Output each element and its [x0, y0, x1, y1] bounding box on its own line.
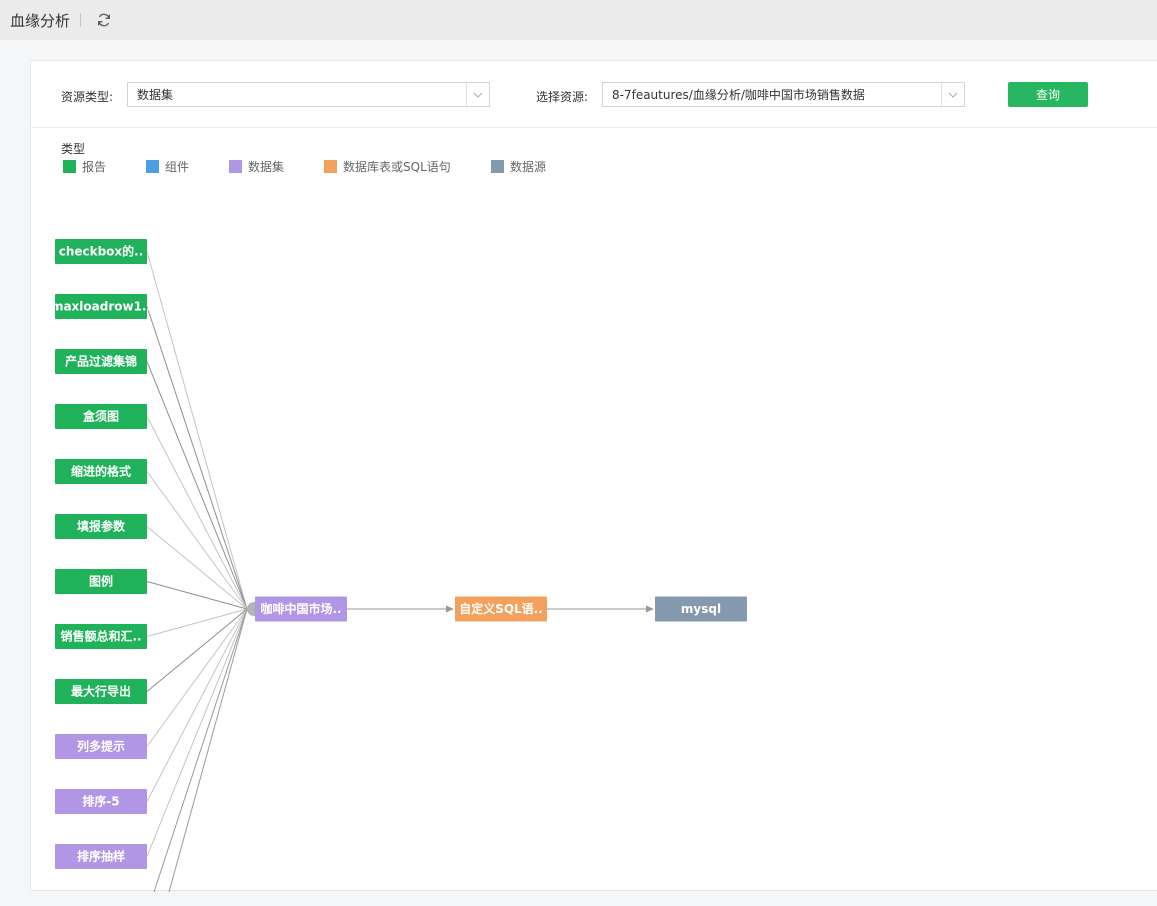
- node-label: 缩进的格式: [71, 464, 131, 479]
- source-node[interactable]: 最大行导出: [55, 679, 147, 704]
- arrow-head-icon: [646, 605, 654, 613]
- source-node[interactable]: 盒须图: [55, 404, 147, 429]
- node-label: 自定义SQL语..: [459, 601, 543, 616]
- chain-node[interactable]: 咖啡中国市场..: [255, 596, 347, 622]
- lineage-edge: [146, 608, 248, 857]
- refresh-icon[interactable]: [95, 11, 113, 29]
- source-node[interactable]: 排序抽样: [55, 844, 147, 869]
- lineage-graph: checkbox的.. maxloadrow1.. 产品过滤集锦盒须图缩进的格式填报…: [51, 239, 747, 892]
- lineage-edge: [146, 471, 248, 610]
- source-node[interactable]: checkbox的..: [55, 239, 147, 264]
- source-node[interactable]: 销售额总和汇..: [55, 624, 147, 649]
- lineage-edge: [146, 608, 248, 692]
- source-node[interactable]: 列多提示: [55, 734, 147, 759]
- lineage-panel: 资源类型: 数据集 选择资源: 8-7feautures/血缘分析/咖啡中国市场…: [30, 60, 1157, 892]
- lineage-edge: [146, 526, 248, 610]
- node-label: maxloadrow1..: [51, 300, 151, 314]
- lineage-edge: [146, 608, 248, 802]
- page-title: 血缘分析: [10, 11, 71, 30]
- chain-node[interactable]: mysql: [655, 596, 747, 622]
- source-node[interactable]: 产品过滤集锦: [55, 349, 147, 374]
- node-label: 排序-5: [82, 794, 119, 809]
- lineage-edge: [146, 608, 248, 747]
- arrow-head-icon: [446, 605, 454, 613]
- node-label: 销售额总和汇..: [60, 629, 141, 644]
- lineage-edge: [146, 581, 248, 610]
- lineage-edge: [146, 416, 248, 610]
- chain-node[interactable]: 自定义SQL语..: [455, 596, 547, 622]
- lineage-edge: [153, 608, 248, 892]
- node-label: 咖啡中国市场..: [260, 601, 341, 616]
- source-node[interactable]: 排序-5: [55, 789, 147, 814]
- lineage-edge: [146, 608, 248, 637]
- edges: [146, 251, 654, 892]
- node-label: 列多提示: [77, 739, 125, 754]
- node-label: 排序抽样: [77, 849, 125, 864]
- nodes: checkbox的.. maxloadrow1.. 产品过滤集锦盒须图缩进的格式填报…: [51, 239, 747, 869]
- node-label: 最大行导出: [71, 684, 131, 699]
- lineage-edge: [146, 361, 248, 610]
- node-label: mysql: [681, 602, 721, 616]
- node-label: checkbox的..: [59, 244, 144, 259]
- node-label: 产品过滤集锦: [65, 354, 137, 369]
- lineage-edge: [146, 251, 248, 610]
- node-label: 图例: [89, 574, 113, 589]
- node-label: 盒须图: [82, 409, 119, 424]
- lineage-edge: [146, 306, 248, 610]
- title-divider: [80, 13, 82, 27]
- source-node[interactable]: 填报参数: [55, 514, 147, 539]
- source-node[interactable]: maxloadrow1..: [51, 294, 151, 319]
- lineage-edge: [168, 608, 248, 892]
- node-label: 填报参数: [77, 519, 126, 534]
- top-bar: 血缘分析: [0, 0, 1157, 40]
- source-node[interactable]: 图例: [55, 569, 147, 594]
- source-node[interactable]: 缩进的格式: [55, 459, 147, 484]
